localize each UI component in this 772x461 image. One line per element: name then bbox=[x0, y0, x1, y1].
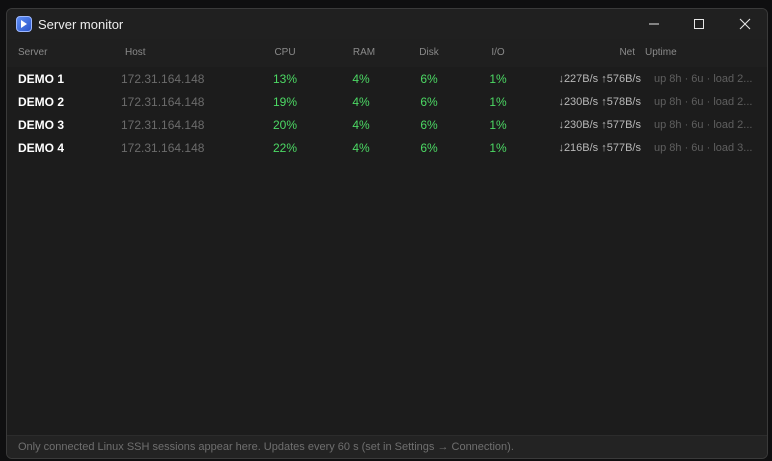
server-name: DEMO 2 bbox=[18, 95, 65, 109]
uptime-info: up 8h · 6u · load 2... bbox=[654, 96, 753, 108]
maximize-icon bbox=[694, 19, 704, 29]
disk-usage: 6% bbox=[420, 72, 438, 86]
window-title: Server monitor bbox=[38, 17, 124, 32]
ram-usage: 4% bbox=[352, 95, 370, 109]
table-row[interactable]: DEMO 2 172.31.164.148 19% 4% 6% 1% ↓230B… bbox=[7, 90, 767, 113]
ram-usage: 4% bbox=[352, 72, 370, 86]
disk-usage: 6% bbox=[420, 118, 438, 132]
disk-usage: 6% bbox=[420, 95, 438, 109]
host-address: 172.31.164.148 bbox=[121, 118, 205, 132]
column-header-cpu[interactable]: CPU bbox=[267, 47, 303, 58]
column-header-disk[interactable]: Disk bbox=[412, 47, 446, 58]
server-name: DEMO 4 bbox=[18, 141, 65, 155]
disk-usage: 6% bbox=[420, 141, 438, 155]
close-icon bbox=[739, 18, 751, 30]
io-usage: 1% bbox=[489, 118, 507, 132]
cpu-usage: 19% bbox=[272, 95, 298, 109]
column-header-net[interactable]: Net bbox=[567, 47, 635, 58]
cpu-usage: 20% bbox=[272, 118, 298, 132]
column-header-host[interactable]: Host bbox=[125, 47, 146, 58]
title-bar[interactable]: Server monitor bbox=[7, 9, 767, 39]
cpu-usage: 13% bbox=[272, 72, 298, 86]
table-row[interactable]: DEMO 3 172.31.164.148 20% 4% 6% 1% ↓230B… bbox=[7, 113, 767, 136]
table-row[interactable]: DEMO 1 172.31.164.148 13% 4% 6% 1% ↓227B… bbox=[7, 67, 767, 90]
net-throughput: ↓227B/s ↑576B/s bbox=[558, 73, 641, 85]
uptime-info: up 8h · 6u · load 2... bbox=[654, 119, 753, 131]
host-address: 172.31.164.148 bbox=[121, 141, 205, 155]
host-address: 172.31.164.148 bbox=[121, 72, 205, 86]
column-header-uptime[interactable]: Uptime bbox=[645, 47, 677, 58]
server-monitor-window: Server monitor Server Host CPU RAM Disk … bbox=[6, 8, 768, 459]
server-name: DEMO 3 bbox=[18, 118, 65, 132]
net-throughput: ↓230B/s ↑578B/s bbox=[558, 96, 641, 108]
footer-hint-text: Only connected Linux SSH sessions appear… bbox=[18, 441, 514, 453]
uptime-info: up 8h · 6u · load 3... bbox=[654, 142, 753, 154]
io-usage: 1% bbox=[489, 141, 507, 155]
cpu-usage: 22% bbox=[272, 141, 298, 155]
minimize-button[interactable] bbox=[631, 9, 677, 39]
table-row[interactable]: DEMO 4 172.31.164.148 22% 4% 6% 1% ↓216B… bbox=[7, 136, 767, 159]
ram-usage: 4% bbox=[352, 118, 370, 132]
column-header-io[interactable]: I/O bbox=[481, 47, 515, 58]
table-header: Server Host CPU RAM Disk I/O Net Uptime bbox=[7, 39, 767, 67]
server-name: DEMO 1 bbox=[18, 72, 65, 86]
net-throughput: ↓230B/s ↑577B/s bbox=[558, 119, 641, 131]
net-throughput: ↓216B/s ↑577B/s bbox=[558, 142, 641, 154]
ram-usage: 4% bbox=[352, 141, 370, 155]
uptime-info: up 8h · 6u · load 2... bbox=[654, 73, 753, 85]
close-button[interactable] bbox=[722, 9, 767, 39]
status-footer: Only connected Linux SSH sessions appear… bbox=[7, 435, 767, 458]
host-address: 172.31.164.148 bbox=[121, 95, 205, 109]
io-usage: 1% bbox=[489, 95, 507, 109]
column-header-server[interactable]: Server bbox=[18, 47, 47, 58]
maximize-button[interactable] bbox=[676, 9, 722, 39]
io-usage: 1% bbox=[489, 72, 507, 86]
terminal-app-icon bbox=[16, 16, 32, 32]
minimize-icon bbox=[649, 23, 659, 25]
column-header-ram[interactable]: RAM bbox=[347, 47, 381, 58]
